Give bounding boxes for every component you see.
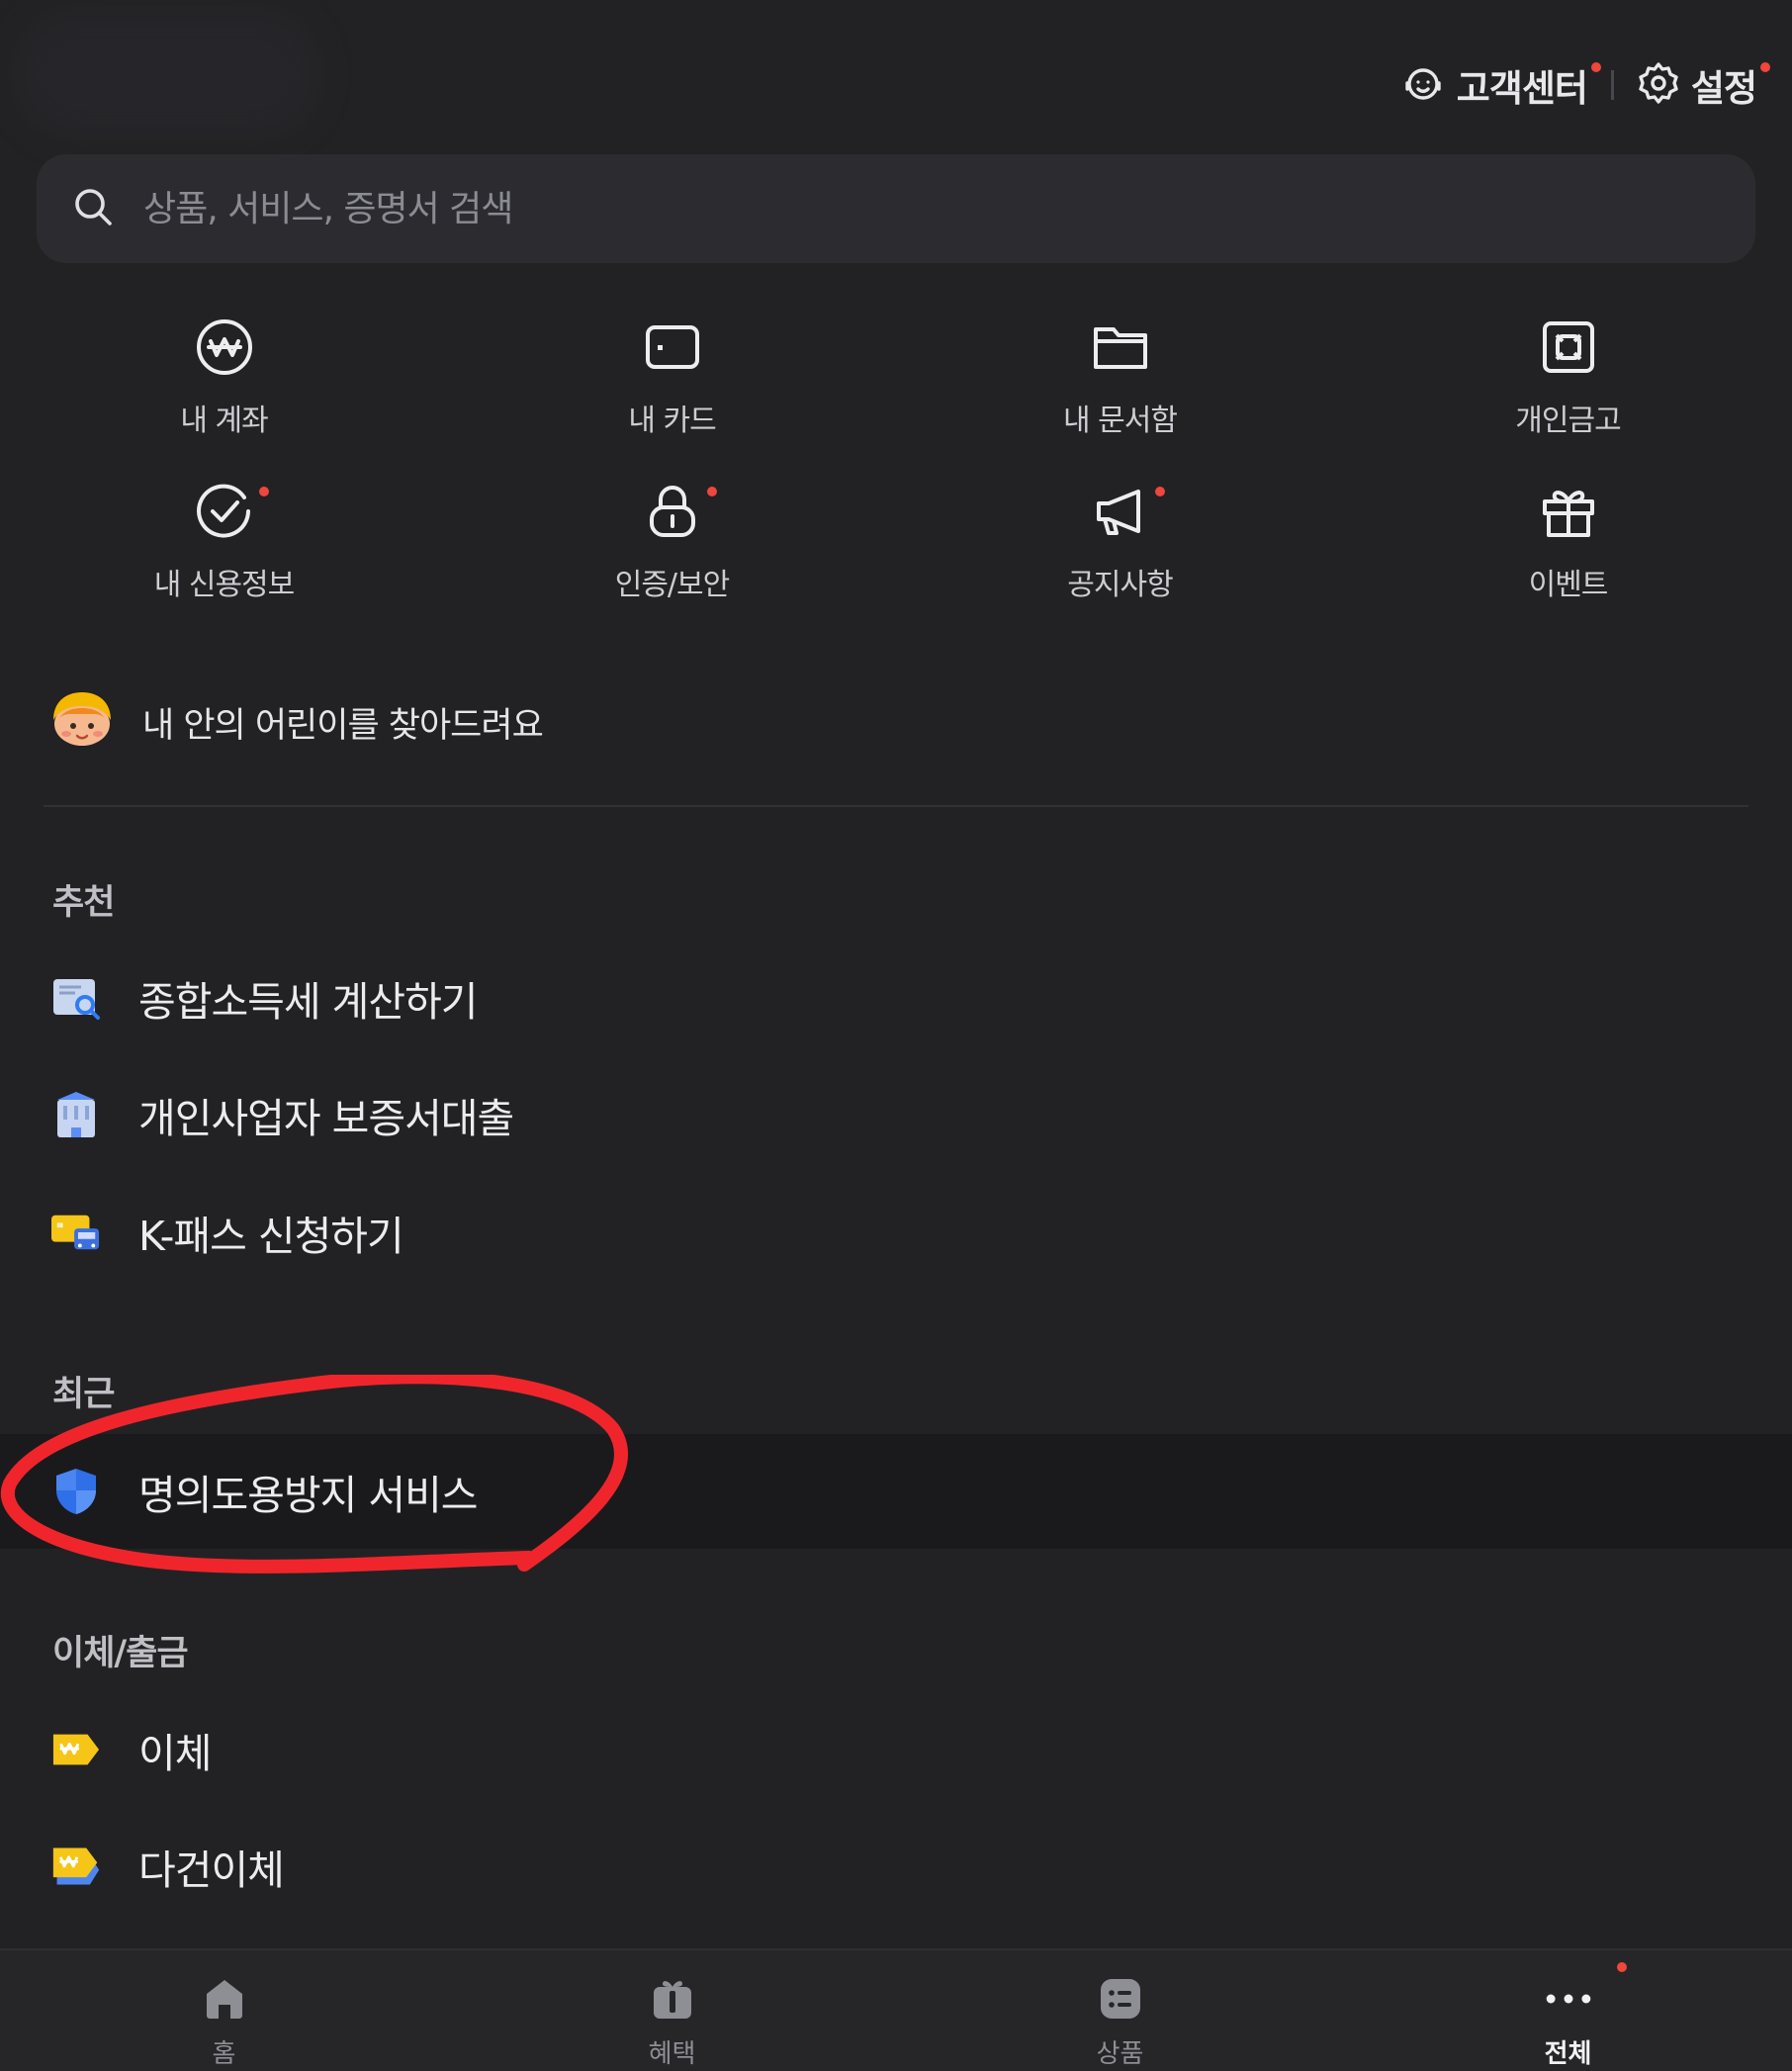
header-separator — [1610, 70, 1614, 100]
safe-icon — [1538, 316, 1599, 378]
quick-item-label: 내 신용정보 — [153, 568, 296, 602]
won-circle-icon — [194, 316, 255, 378]
quick-item-label: 내 카드 — [628, 404, 716, 438]
quick-item-label: 개인금고 — [1515, 404, 1621, 438]
nav-label: 혜택 — [648, 2039, 696, 2069]
menu-item-income-tax[interactable]: 종합소득세 계산하기 — [0, 943, 1792, 1053]
quick-item-auth-security[interactable]: 인증/보안 — [448, 481, 896, 645]
quick-item-badge — [259, 487, 269, 496]
inner-child-banner[interactable]: 내 안의 어린이를 찾아드려요 — [49, 690, 544, 754]
nav-tab-benefits[interactable]: 혜택 — [448, 1950, 896, 2071]
menu-item-label: 개인사업자 보증서대출 — [138, 1095, 514, 1142]
benefit-gift-icon — [648, 1974, 697, 2024]
child-face-icon — [49, 690, 115, 754]
section-title-transfer: 이체/출금 — [52, 1634, 189, 1673]
quick-item-private-safe[interactable]: 개인금고 — [1344, 316, 1792, 481]
quick-item-label: 내 문서함 — [1063, 404, 1178, 438]
nav-tab-home[interactable]: 홈 — [0, 1950, 448, 2071]
nav-label: 전체 — [1544, 2039, 1592, 2069]
menu-item-bulk-transfer[interactable]: 다건이체 — [0, 1811, 1792, 1922]
nav-label: 홈 — [212, 2039, 236, 2069]
blurred-profile — [14, 10, 320, 138]
quick-item-events[interactable]: 이벤트 — [1344, 481, 1792, 645]
multi-won-tag-icon — [51, 1842, 101, 1891]
quick-item-label: 공지사항 — [1067, 568, 1173, 602]
section-title-recommended: 추천 — [52, 883, 115, 923]
quick-item-badge — [707, 487, 717, 496]
check-circle-icon — [194, 481, 255, 542]
menu-item-business-loan[interactable]: 개인사업자 보증서대출 — [0, 1059, 1792, 1170]
quick-item-badge — [1155, 487, 1165, 496]
menu-item-label: 이체 — [138, 1730, 212, 1777]
all-menu-screen: 고객센터 설정 상품, 서비스, 증명서 검색 내 계좌 내 카드 내 문서함 … — [0, 0, 1792, 2071]
menu-item-label: 명의도용방지 서비스 — [138, 1472, 479, 1519]
customer-center-badge — [1590, 62, 1601, 72]
nav-label: 상품 — [1096, 2039, 1144, 2069]
menu-item-kpass[interactable]: K-패스 신청하기 — [0, 1177, 1792, 1288]
header-actions: 고객센터 설정 — [1399, 57, 1770, 113]
settings-label: 설정 — [1690, 67, 1757, 110]
customer-center-button[interactable]: 고객센터 — [1399, 58, 1601, 112]
card-icon — [642, 316, 703, 378]
product-list-icon — [1096, 1974, 1145, 2024]
nav-badge — [1617, 1962, 1627, 1972]
settings-badge — [1760, 62, 1770, 72]
nav-tab-all[interactable]: 전체 — [1344, 1950, 1792, 2071]
settings-button[interactable]: 설정 — [1636, 58, 1770, 112]
tax-document-icon — [51, 973, 101, 1023]
search-input[interactable] — [141, 187, 1526, 230]
headset-icon — [1399, 59, 1447, 111]
building-icon — [51, 1090, 101, 1139]
quick-menu-grid: 내 계좌 내 카드 내 문서함 개인금고 내 신용정보 인증/보안 공지사항 이… — [0, 316, 1792, 645]
home-icon — [200, 1974, 249, 2024]
banner-label: 내 안의 어린이를 찾아드려요 — [142, 705, 544, 746]
megaphone-icon — [1090, 481, 1151, 542]
quick-item-my-card[interactable]: 내 카드 — [448, 316, 896, 481]
bottom-navigation: 홈 혜택 상품 전체 — [0, 1948, 1792, 2071]
quick-item-my-account[interactable]: 내 계좌 — [0, 316, 448, 481]
gift-icon — [1538, 481, 1599, 542]
nav-tab-products[interactable]: 상품 — [896, 1950, 1344, 2071]
quick-item-notices[interactable]: 공지사항 — [896, 481, 1344, 645]
menu-item-label: K-패스 신청하기 — [138, 1213, 404, 1260]
menu-item-transfer[interactable]: 이체 — [0, 1694, 1792, 1805]
menu-item-label: 종합소득세 계산하기 — [138, 978, 479, 1026]
gear-icon — [1636, 60, 1681, 110]
more-dots-icon — [1544, 1974, 1593, 2024]
quick-item-label: 내 계좌 — [180, 404, 268, 438]
quick-item-label: 인증/보안 — [614, 568, 731, 602]
quick-item-my-credit[interactable]: 내 신용정보 — [0, 481, 448, 645]
menu-item-identity-theft-protection[interactable]: 명의도용방지 서비스 — [0, 1434, 1792, 1549]
search-bar[interactable] — [37, 154, 1755, 263]
menu-item-label: 다건이체 — [138, 1846, 285, 1894]
customer-center-label: 고객센터 — [1456, 67, 1588, 110]
divider — [44, 805, 1748, 807]
shield-icon — [51, 1467, 101, 1516]
quick-item-label: 이벤트 — [1528, 568, 1609, 602]
lock-icon — [642, 481, 703, 542]
folder-icon — [1090, 316, 1151, 378]
quick-item-my-documents[interactable]: 내 문서함 — [896, 316, 1344, 481]
search-icon — [72, 186, 114, 231]
section-title-recent: 최근 — [52, 1375, 115, 1414]
won-tag-icon — [51, 1725, 101, 1774]
transit-card-icon — [51, 1208, 101, 1257]
